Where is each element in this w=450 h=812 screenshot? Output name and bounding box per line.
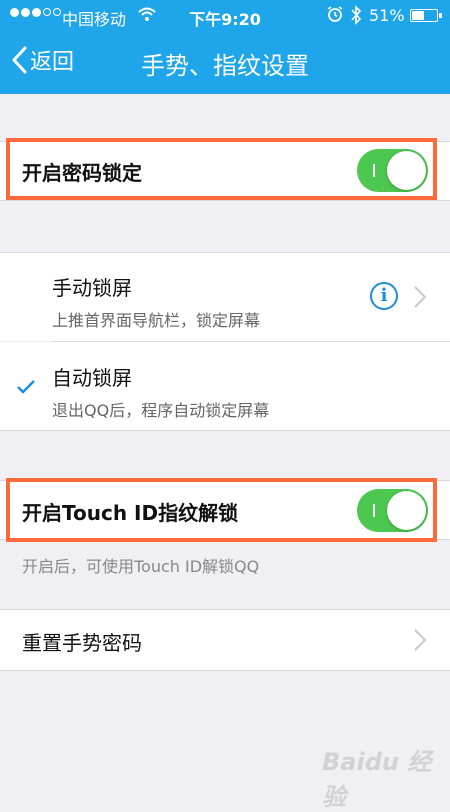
highlight-frame	[6, 478, 437, 542]
alarm-icon	[327, 6, 343, 22]
touch-id-note: 开启后，可使用Touch ID解锁QQ	[22, 557, 260, 576]
info-icon[interactable]: i	[370, 282, 398, 310]
page-title: 手势、指纹设置	[141, 52, 309, 80]
manual-lock-title: 手动锁屏	[52, 276, 132, 300]
battery-icon	[410, 9, 442, 22]
reset-gesture-row[interactable]: 重置手势密码	[0, 610, 450, 670]
battery-percent: 51%	[369, 6, 405, 25]
chevron-right-icon	[414, 629, 427, 651]
auto-lock-title: 自动锁屏	[52, 366, 132, 390]
auto-lock-subtitle: 退出QQ后，程序自动锁定屏幕	[52, 401, 270, 420]
manual-lock-subtitle: 上推首界面导航栏，锁定屏幕	[52, 311, 261, 330]
manual-lock-row[interactable]: 手动锁屏 上推首界面导航栏，锁定屏幕 i	[0, 253, 450, 341]
navigation-bar: 返回 手势、指纹设置	[0, 36, 450, 86]
chevron-right-icon	[414, 286, 427, 308]
highlight-frame	[6, 138, 437, 200]
divider	[0, 670, 450, 671]
reset-gesture-label: 重置手势密码	[22, 631, 142, 655]
bluetooth-icon	[351, 5, 362, 25]
auto-lock-row[interactable]: 自动锁屏 退出QQ后，程序自动锁定屏幕	[0, 342, 450, 430]
watermark: Baidu 经验	[322, 748, 432, 811]
status-bar: 中国移动 下午9:20 51%	[0, 0, 450, 30]
app-header: 中国移动 下午9:20 51% 返回 手势、指纹设置	[0, 0, 450, 94]
divider	[0, 430, 450, 431]
checkmark-icon	[17, 380, 35, 394]
divider	[0, 200, 450, 201]
